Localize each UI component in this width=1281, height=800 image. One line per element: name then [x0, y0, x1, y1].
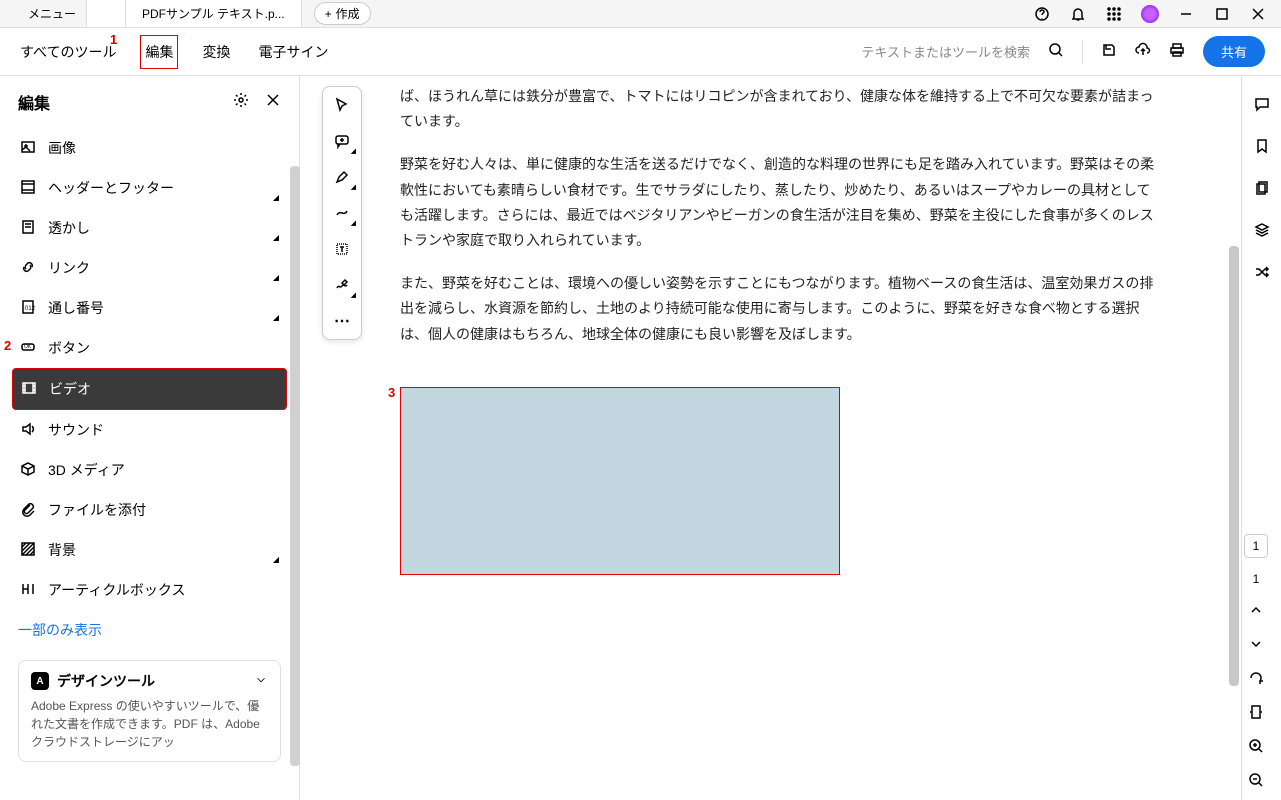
scrollbar[interactable]: [1229, 246, 1239, 686]
plus-icon: +: [325, 7, 332, 21]
sidebar-item-attach[interactable]: ファイルを添付: [12, 490, 287, 530]
page-up-icon[interactable]: [1246, 600, 1266, 620]
sidebar-item-article[interactable]: アーティクルボックス: [12, 570, 287, 610]
page-current[interactable]: 1: [1244, 534, 1268, 558]
zoom-out-icon[interactable]: [1246, 770, 1266, 790]
draw-tool[interactable]: ◢: [330, 201, 354, 225]
design-tool-card[interactable]: A デザインツール Adobe Express の使いやすいツールで、優れた文書…: [18, 660, 281, 762]
more-tool[interactable]: ⋯: [330, 309, 354, 333]
shuffle-icon[interactable]: [1252, 262, 1272, 282]
tab-esign[interactable]: 電子サイン: [254, 36, 332, 68]
gear-icon[interactable]: [233, 92, 249, 113]
adobe-express-icon: A: [31, 672, 49, 690]
page-total: 1: [1253, 572, 1260, 586]
layers-panel-icon[interactable]: [1252, 220, 1272, 240]
text-tool[interactable]: [330, 237, 354, 261]
menu-button[interactable]: メニュー: [0, 0, 86, 27]
create-label: 作成: [336, 5, 360, 22]
create-button[interactable]: + 作成: [314, 2, 371, 25]
show-less-link[interactable]: 一部のみ表示: [0, 614, 299, 646]
document-tab[interactable]: PDFサンプル テキスト.p...: [126, 0, 302, 27]
tab-edit[interactable]: 編集: [140, 35, 178, 69]
close-window-icon[interactable]: [1249, 5, 1267, 23]
document-paragraph: また、野菜を好むことは、環境への優しい姿勢を示すことにもつながります。植物ベース…: [400, 271, 1161, 347]
minimize-icon[interactable]: [1177, 5, 1195, 23]
scrollbar[interactable]: [290, 166, 300, 766]
menu-label: メニュー: [28, 5, 76, 22]
header-footer-icon: [20, 179, 36, 198]
svg-text:012: 012: [25, 306, 36, 312]
svg-text:OK: OK: [24, 344, 32, 350]
submenu-icon: ◢: [273, 193, 279, 202]
floating-toolbar: ◢ ◢ ◢ ◢ ⋯: [322, 86, 362, 340]
sign-tool[interactable]: ◢: [330, 273, 354, 297]
tab-title: PDFサンプル テキスト.p...: [142, 5, 285, 22]
submenu-icon: ◢: [273, 233, 279, 242]
button-icon: OK: [20, 339, 36, 358]
share-button[interactable]: 共有: [1203, 36, 1265, 67]
home-button[interactable]: [86, 0, 126, 27]
document-paragraph: ば、ほうれん草には鉄分が豊富で、トマトにはリコピンが含まれており、健康な体を維持…: [400, 84, 1161, 134]
zoom-in-icon[interactable]: [1246, 736, 1266, 756]
submenu-icon: ◢: [273, 313, 279, 322]
tab-all-tools[interactable]: すべてのツール: [16, 36, 120, 68]
help-icon[interactable]: [1033, 5, 1051, 23]
media3d-icon: [20, 461, 36, 480]
image-icon: [20, 139, 36, 158]
search-input[interactable]: テキストまたはツールを検索: [861, 42, 1030, 61]
sound-icon: [20, 421, 36, 440]
video-icon: [21, 380, 37, 399]
sidebar-item-bates[interactable]: 012通し番号◢: [12, 288, 287, 328]
select-tool[interactable]: [330, 93, 354, 117]
notification-icon[interactable]: [1069, 5, 1087, 23]
submenu-icon: ◢: [273, 273, 279, 282]
bates-icon: 012: [20, 299, 36, 318]
sidebar-item-image[interactable]: 画像: [12, 128, 287, 168]
comment-tool[interactable]: ◢: [330, 129, 354, 153]
pages-panel-icon[interactable]: [1252, 178, 1272, 198]
link-icon: [20, 259, 36, 278]
chevron-down-icon: [254, 673, 268, 690]
divider: [1082, 41, 1083, 63]
video-placeholder[interactable]: [400, 387, 840, 575]
close-panel-icon[interactable]: [265, 92, 281, 113]
sidebar-item-sound[interactable]: サウンド: [12, 410, 287, 450]
marker-3: 3: [388, 385, 395, 400]
panel-title: 編集: [18, 90, 50, 114]
sidebar-item-link[interactable]: リンク◢: [12, 248, 287, 288]
watermark-icon: [20, 219, 36, 238]
sidebar-item-button[interactable]: OKボタン: [12, 328, 287, 368]
attach-icon: [20, 501, 36, 520]
submenu-icon: ◢: [273, 555, 279, 564]
profile-icon[interactable]: [1141, 5, 1159, 23]
sidebar-item-3d[interactable]: 3D メディア: [12, 450, 287, 490]
rotate-icon[interactable]: [1246, 668, 1266, 688]
marker-1: 1: [110, 32, 117, 47]
page-down-icon[interactable]: [1246, 634, 1266, 654]
search-icon[interactable]: [1048, 42, 1064, 61]
save-icon[interactable]: [1101, 42, 1117, 61]
cloud-upload-icon[interactable]: [1135, 42, 1151, 61]
fit-width-icon[interactable]: [1246, 702, 1266, 722]
comment-panel-icon[interactable]: [1252, 94, 1272, 114]
sidebar-item-background[interactable]: 背景◢: [12, 530, 287, 570]
highlight-tool[interactable]: ◢: [330, 165, 354, 189]
background-icon: [20, 541, 36, 560]
maximize-icon[interactable]: [1213, 5, 1231, 23]
sidebar-item-header-footer[interactable]: ヘッダーとフッター◢: [12, 168, 287, 208]
sidebar-item-watermark[interactable]: 透かし◢: [12, 208, 287, 248]
hamburger-icon: [10, 5, 24, 22]
design-title: デザインツール: [57, 671, 155, 691]
apps-icon[interactable]: [1105, 5, 1123, 23]
print-icon[interactable]: [1169, 42, 1185, 61]
marker-2: 2: [4, 338, 11, 353]
design-body: Adobe Express の使いやすいツールで、優れた文書を作成できます。PD…: [31, 697, 268, 751]
tab-convert[interactable]: 変換: [198, 36, 234, 68]
document-paragraph: 野菜を好む人々は、単に健康的な生活を送るだけでなく、創造的な料理の世界にも足を踏…: [400, 152, 1161, 253]
bookmark-panel-icon[interactable]: [1252, 136, 1272, 156]
article-icon: [20, 581, 36, 600]
sidebar-item-video[interactable]: ビデオ: [12, 368, 287, 410]
